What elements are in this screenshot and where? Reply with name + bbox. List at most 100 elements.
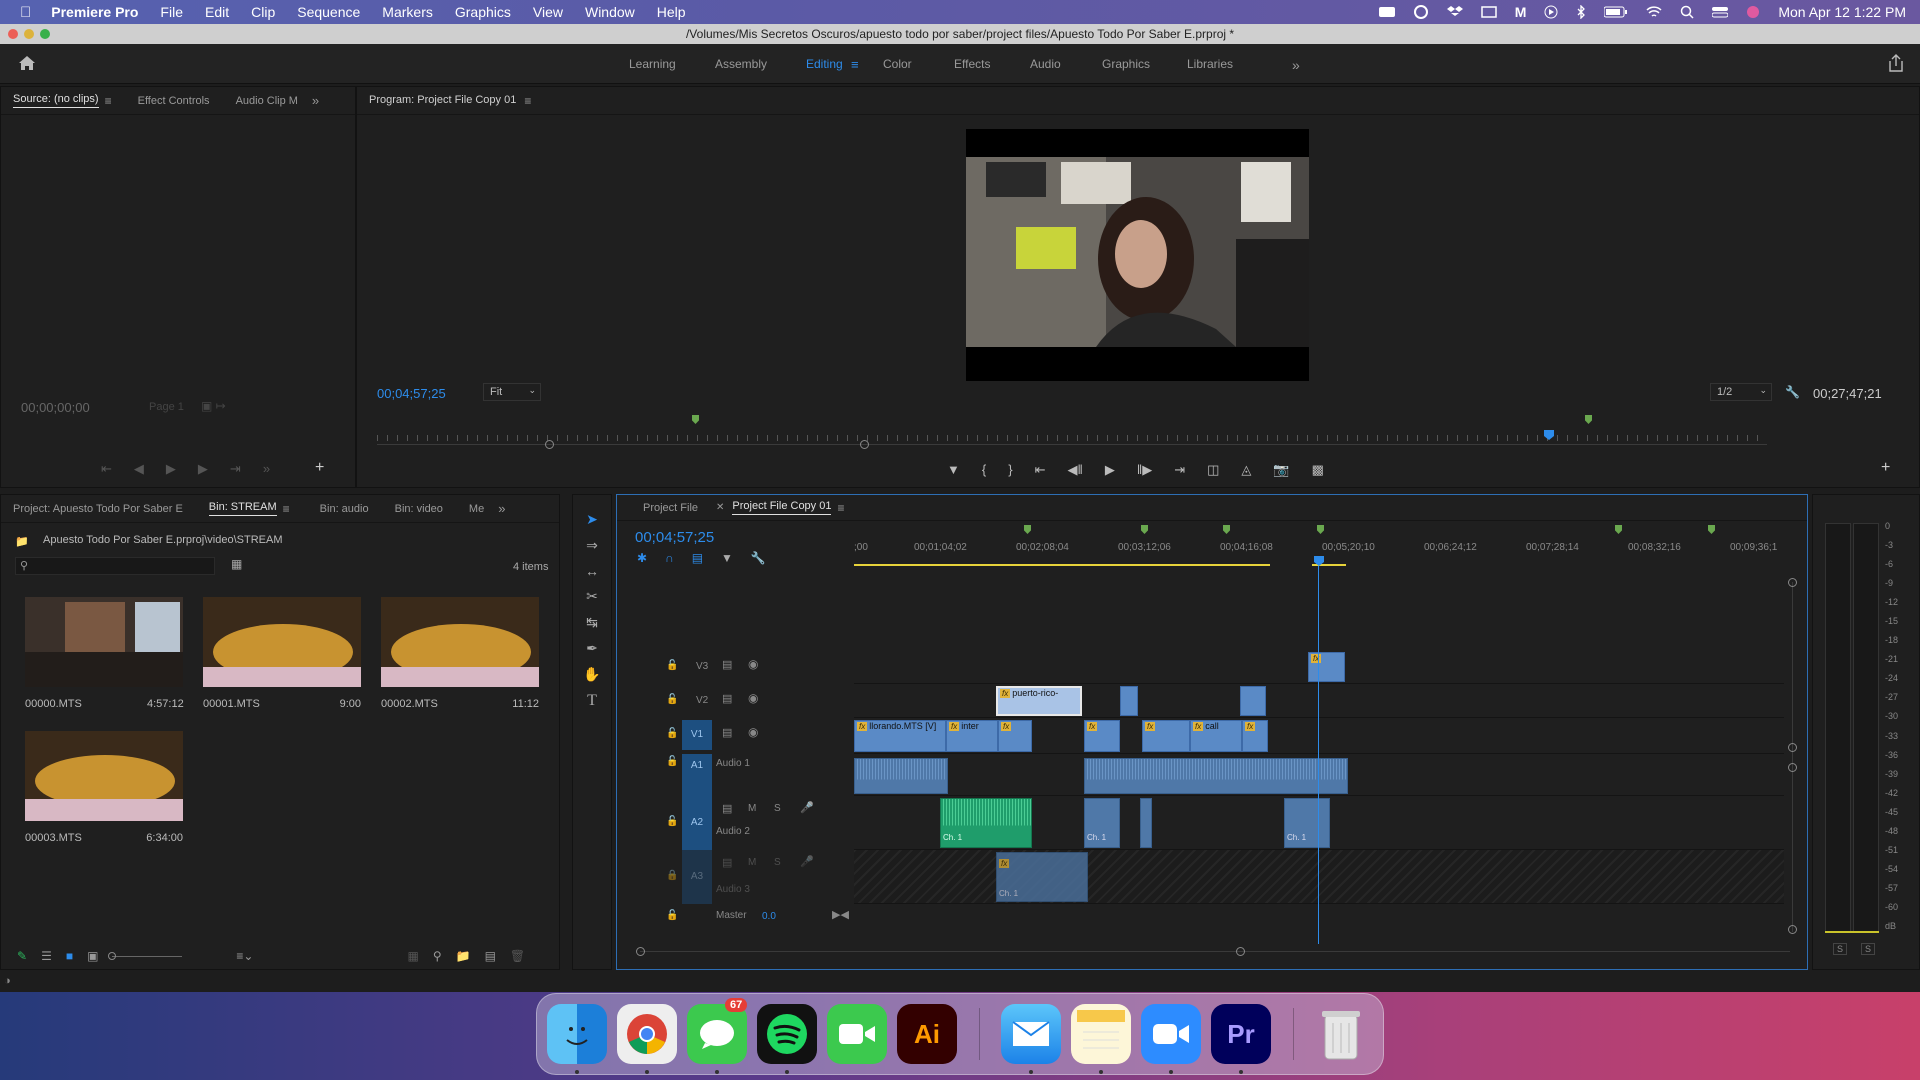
workspace-assembly[interactable]: Assembly — [715, 57, 767, 71]
battery-icon[interactable] — [1604, 6, 1628, 18]
mute-button[interactable]: M — [748, 857, 756, 868]
workspace-effects[interactable]: Effects — [954, 57, 990, 71]
dock-illustrator-icon[interactable]: Ai — [897, 1004, 957, 1064]
icon-view-icon[interactable]: ■ — [66, 949, 73, 963]
workspace-audio[interactable]: Audio — [1030, 57, 1061, 71]
lift-icon[interactable]: ◫ — [1207, 462, 1219, 478]
render-status-icon[interactable]: ◑ — [4, 975, 11, 987]
workspace-learning[interactable]: Learning — [629, 57, 676, 71]
control-center-icon[interactable] — [1712, 6, 1729, 18]
dock-chrome-icon[interactable] — [617, 1004, 677, 1064]
bin-menu-icon[interactable]: ≡ — [283, 502, 290, 516]
video-clip[interactable]: fx — [998, 720, 1032, 752]
video-clip[interactable] — [1240, 686, 1266, 716]
new-search-bin-icon[interactable]: ▦ — [231, 557, 242, 571]
mark-out-icon[interactable]: ⇥ — [230, 461, 241, 477]
workspace-graphics[interactable]: Graphics — [1102, 57, 1150, 71]
audio-clip[interactable] — [1084, 758, 1348, 794]
mark-out-icon[interactable]: } — [1008, 462, 1012, 478]
apple-icon[interactable]:  — [20, 4, 31, 21]
lock-icon[interactable]: 🔒 — [666, 870, 678, 881]
fit-select[interactable]: Fit ⌄ — [483, 383, 541, 401]
menu-sequence[interactable]: Sequence — [297, 4, 360, 20]
video-clip[interactable]: fx call — [1190, 720, 1242, 752]
program-timecode[interactable]: 00;04;57;25 — [377, 386, 446, 401]
dock-facetime-icon[interactable] — [827, 1004, 887, 1064]
freeform-view-icon[interactable]: ▣ — [87, 949, 98, 963]
lock-icon[interactable]: 🔓 — [666, 910, 678, 921]
tab-bin-video[interactable]: Bin: video — [395, 503, 443, 515]
solo-button[interactable]: S — [774, 803, 781, 814]
thumbnail-size-slider[interactable] — [108, 951, 183, 960]
tab-project[interactable]: Project: Apuesto Todo Por Saber E — [13, 503, 183, 515]
workspace-libraries[interactable]: Libraries — [1187, 57, 1233, 71]
timeline-menu-icon[interactable]: ≡ — [837, 501, 844, 515]
timeline-vertical-scrollbar[interactable] — [1792, 582, 1793, 932]
menu-view[interactable]: View — [533, 4, 563, 20]
workspace-color[interactable]: Color — [883, 57, 912, 71]
dock-zoom-icon[interactable] — [1141, 1004, 1201, 1064]
project-search-input[interactable]: ⚲ — [15, 557, 215, 575]
add-marker-icon[interactable]: ▼ — [721, 551, 733, 565]
razor-tool-icon[interactable]: ✂ — [586, 588, 598, 605]
eye-icon[interactable]: ◉ — [748, 657, 758, 671]
timeline-settings-icon[interactable]: 🔧 — [751, 551, 766, 565]
tab-effect-controls[interactable]: Effect Controls — [138, 95, 210, 107]
workspace-menu-icon[interactable]: ≡ — [851, 57, 859, 72]
audio-clip-selected[interactable]: Ch. 1 — [940, 798, 1032, 848]
creative-cloud-icon[interactable] — [1413, 5, 1429, 19]
menu-graphics[interactable]: Graphics — [455, 4, 511, 20]
ripple-edit-tool-icon[interactable]: ↔ — [585, 563, 599, 579]
timeline-horizontal-scrollbar[interactable] — [640, 951, 1790, 952]
add-marker-icon[interactable]: ▼ — [947, 462, 960, 478]
source-add-button-icon[interactable]: + — [315, 459, 324, 477]
video-clip[interactable] — [1120, 686, 1138, 716]
eye-icon[interactable]: ◉ — [748, 691, 758, 705]
scroll-handle-right[interactable] — [1236, 947, 1245, 956]
solo-button[interactable]: S — [774, 857, 781, 868]
tab-audio-clip-mixer[interactable]: Audio Clip M — [236, 95, 298, 107]
share-icon[interactable] — [1888, 54, 1904, 72]
sort-icon[interactable]: ≡⌄ — [236, 949, 253, 963]
video-clip[interactable]: fx — [1308, 652, 1345, 682]
toggle-sync-icon[interactable]: ▤ — [722, 802, 732, 815]
eye-icon[interactable]: ◉ — [748, 725, 758, 739]
video-clip[interactable]: fx — [1142, 720, 1190, 752]
play-status-icon[interactable] — [1544, 5, 1558, 19]
solo-left-button[interactable]: S — [1833, 943, 1848, 955]
go-to-end-icon[interactable]: ▶◀ — [832, 908, 849, 921]
sequence-marker[interactable] — [1585, 415, 1592, 424]
dock-mail-icon[interactable] — [1001, 1004, 1061, 1064]
track-label-a1[interactable]: A1 — [682, 754, 712, 796]
dock-finder-icon[interactable] — [547, 1004, 607, 1064]
zoom-bar[interactable] — [377, 444, 1767, 445]
wifi-icon[interactable] — [1646, 6, 1662, 18]
hand-tool-icon[interactable]: ✋ — [583, 666, 600, 683]
list-view-icon[interactable]: ☰ — [41, 949, 52, 963]
tab-media[interactable]: Me — [469, 503, 484, 515]
zoom-window-button[interactable] — [40, 29, 50, 39]
export-frame-icon[interactable]: 📷 — [1273, 462, 1289, 478]
step-back-icon[interactable]: ◀‖ — [1067, 462, 1082, 478]
track-label-v1[interactable]: V1 — [682, 720, 712, 750]
track-label-a3[interactable]: A3 — [682, 850, 712, 904]
timeline-timecode[interactable]: 00;04;57;25 — [635, 529, 714, 546]
mute-button[interactable]: M — [748, 803, 756, 814]
track-label-a2[interactable]: A2 — [682, 796, 712, 850]
lock-icon[interactable]: 🔓 — [666, 756, 678, 767]
play-icon[interactable]: ▶ — [166, 461, 176, 477]
wrench-icon[interactable]: 🔧 — [1785, 385, 1800, 399]
master-volume-value[interactable]: 0.0 — [762, 911, 776, 922]
mark-in-icon[interactable]: ⇤ — [101, 461, 112, 477]
title-clip[interactable]: fx puerto-rico- — [996, 686, 1082, 716]
track-select-tool-icon[interactable]: ⇒ — [586, 537, 598, 554]
program-menu-icon[interactable]: ≡ — [524, 94, 531, 108]
scroll-handle-left[interactable] — [636, 947, 645, 956]
new-item-icon[interactable]: ▤ — [485, 949, 496, 963]
resolution-select[interactable]: 1/2 ⌄ — [1710, 383, 1772, 401]
tab-project-file[interactable]: Project File — [643, 502, 698, 514]
play-icon[interactable]: ▶ — [1105, 462, 1115, 478]
track-label-v3[interactable]: V3 — [696, 661, 708, 672]
lock-icon[interactable]: 🔓 — [666, 728, 678, 739]
clip-thumbnail-00002[interactable] — [381, 597, 539, 687]
